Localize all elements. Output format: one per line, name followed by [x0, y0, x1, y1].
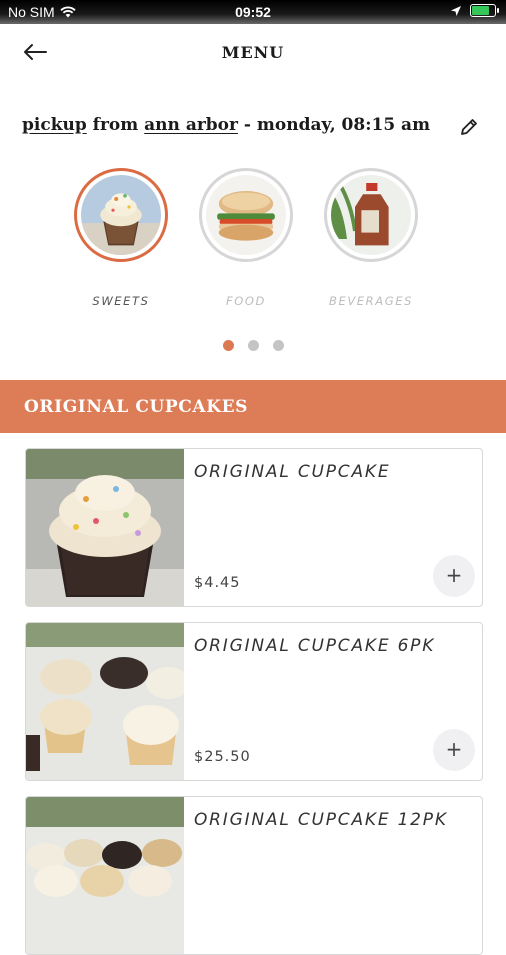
pickup-mode-link[interactable]: pickup: [22, 115, 87, 135]
category-ring: [74, 168, 168, 262]
status-bar: No SIM 09:52: [0, 0, 506, 24]
pickup-location-link[interactable]: ann arbor: [144, 115, 238, 135]
pickup-from-text: from: [86, 115, 145, 135]
category-ring: [199, 168, 293, 262]
product-name: ORIGINAL CUPCAKE 6PK: [194, 636, 436, 656]
product-card[interactable]: ORIGINAL CUPCAKE 12PK: [25, 796, 483, 955]
tea-jug-photo: [331, 175, 411, 255]
product-photo: [26, 797, 184, 954]
product-name: ORIGINAL CUPCAKE 12PK: [194, 810, 448, 830]
category-label: BEVERAGES: [328, 294, 414, 308]
header-bar: MENU: [0, 24, 506, 80]
section-header: ORIGINAL CUPCAKES: [0, 380, 506, 433]
location-arrow-icon: [450, 5, 462, 17]
pager-dot[interactable]: [247, 340, 259, 351]
pencil-icon: [458, 116, 480, 138]
page-title: MENU: [221, 43, 285, 62]
add-to-cart-button[interactable]: +: [433, 729, 475, 771]
product-card[interactable]: ORIGINAL CUPCAKE $4.45 +: [25, 448, 483, 607]
product-name: ORIGINAL CUPCAKE: [194, 462, 391, 482]
battery-charging-icon: [470, 4, 499, 17]
edit-pickup-button[interactable]: [458, 116, 480, 138]
status-right: [450, 4, 499, 17]
category-ring: [324, 168, 418, 262]
section-title: ORIGINAL CUPCAKES: [24, 397, 249, 417]
category-pager: [0, 340, 506, 351]
category-beverages[interactable]: BEVERAGES: [316, 168, 426, 308]
pager-dot[interactable]: [222, 340, 234, 351]
product-price: $4.45: [194, 575, 241, 591]
cupcake-photo: [81, 175, 161, 255]
product-price: $25.50: [194, 749, 251, 765]
category-carousel: SWEETS FOOD BEVERAGES: [0, 168, 506, 318]
pickup-datetime-text: - monday, 08:15 am: [237, 115, 431, 135]
product-photo: [26, 449, 184, 606]
product-photo: [26, 623, 184, 780]
sandwich-photo: [206, 175, 286, 255]
pickup-summary: pickup from ann arbor - monday, 08:15 am: [22, 115, 492, 141]
category-sweets[interactable]: SWEETS: [66, 168, 176, 308]
category-label: SWEETS: [92, 294, 150, 308]
category-food[interactable]: FOOD: [191, 168, 301, 308]
pager-dot[interactable]: [272, 340, 284, 351]
add-to-cart-button[interactable]: +: [433, 555, 475, 597]
status-time: 09:52: [235, 4, 271, 20]
product-card[interactable]: ORIGINAL CUPCAKE 6PK $25.50 +: [25, 622, 483, 781]
category-label: FOOD: [226, 294, 266, 308]
